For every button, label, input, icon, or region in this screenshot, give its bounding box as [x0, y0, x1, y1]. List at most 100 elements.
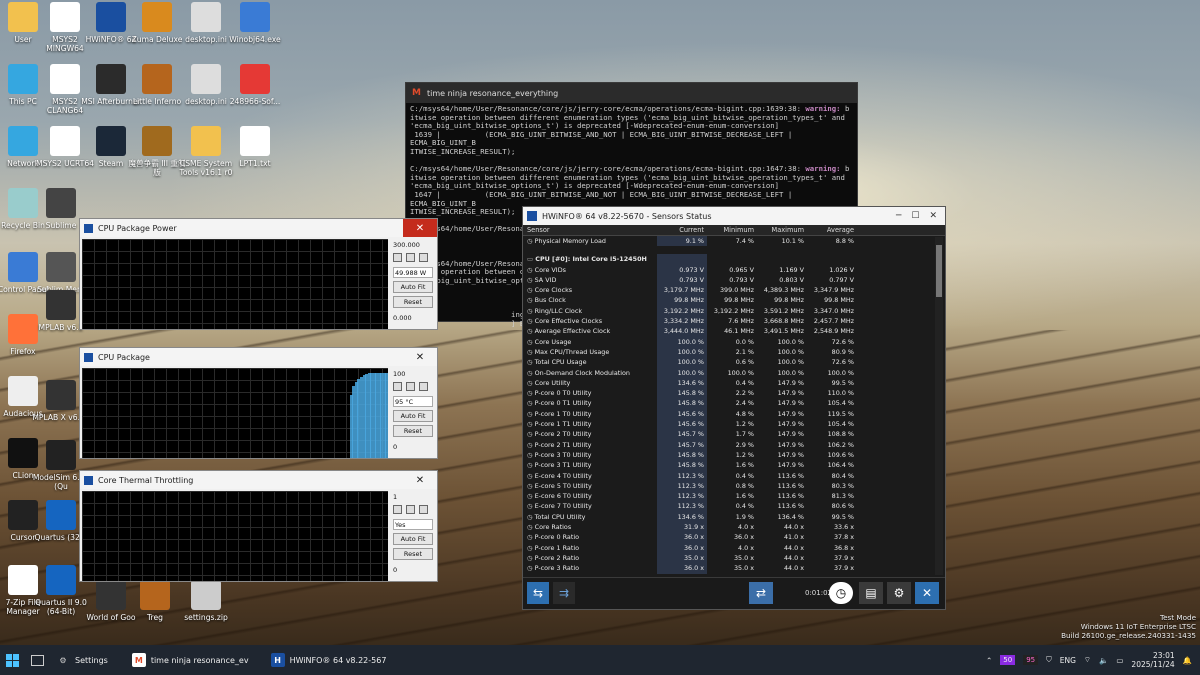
maximize-icon[interactable]: ☐	[911, 211, 919, 221]
task-view-button[interactable]	[25, 645, 50, 675]
hwinfo-window[interactable]: HWiNFO® 64 v8.22-5670 - Sensors Status ─…	[522, 206, 946, 610]
sensor-row[interactable]: ◷ P-core 0 T1 Utility 145.8 % 2.4 % 147.9 %…	[523, 398, 945, 409]
color-swatch[interactable]	[393, 505, 402, 514]
col-minimum[interactable]: Minimum	[707, 225, 757, 235]
language-indicator[interactable]: ENG	[1060, 656, 1076, 665]
settings-gear-icon[interactable]: ⚙	[887, 582, 911, 604]
clock[interactable]: 23:01 2025/11/24	[1131, 651, 1174, 669]
sensor-row[interactable]: ◷ P-core 1 T0 Utility 145.6 % 4.8 % 147.9 %…	[523, 408, 945, 420]
close-sensors-button[interactable]: ✕	[915, 582, 939, 604]
taskbar-item-hwinfo[interactable]: H HWiNFO® 64 v8.22-567	[265, 645, 393, 675]
minimize-icon[interactable]: ─	[896, 211, 901, 221]
graph-titlebar[interactable]: CPU Package Power ✕	[80, 219, 437, 237]
col-sensor[interactable]: Sensor	[523, 225, 657, 235]
sensor-row[interactable]	[523, 246, 945, 254]
sensor-row[interactable]: ◷ P-core 1 T1 Utility 145.6 % 1.2 % 147.9 %…	[523, 419, 945, 430]
sensor-row[interactable]: ◷ Physical Memory Load 9.1 % 7.4 % 10.1 % 8.…	[523, 236, 945, 247]
close-icon[interactable]: ✕	[403, 348, 437, 366]
graph-plot[interactable]	[82, 491, 388, 581]
chevron-up-icon[interactable]: ⌃	[986, 656, 992, 665]
hwinfo-titlebar[interactable]: HWiNFO® 64 v8.22-5670 - Sensors Status ─…	[523, 207, 945, 225]
sensor-row[interactable]: ◷ SA VID 0.793 V 0.793 V 0.803 V 0.797 V	[523, 274, 945, 286]
color-swatch[interactable]	[419, 505, 428, 514]
sensor-row[interactable]: ◷ P-core 2 T1 Utility 145.7 % 2.9 % 147.9 %…	[523, 439, 945, 450]
tray-badge-temp[interactable]: 95	[1023, 655, 1039, 665]
taskbar-item-terminal[interactable]: Mtime ninja resonance_ev	[126, 645, 255, 675]
sensor-row[interactable]: ▭ CPU [#0]: Intel Core i5-12450H	[523, 254, 945, 265]
graph-window-cpu-package[interactable]: CPU Package ✕ 100 95 °C Auto Fit Reset 0	[79, 347, 438, 459]
sensor-row[interactable]: ◷ E-core 7 T0 Utility 112.3 % 0.4 % 113.6 %…	[523, 501, 945, 512]
notification-bell-icon[interactable]: 🔔	[1183, 656, 1192, 665]
sensor-row[interactable]: ◷ P-core 0 Ratio 36.0 x 36.0 x 41.0 x 37.8 x	[523, 532, 945, 543]
sensor-row[interactable]: ◷ P-core 3 T0 Utility 145.8 % 1.2 % 147.9 %…	[523, 449, 945, 461]
desktop-icon[interactable]: 248966-Sof...	[224, 64, 286, 106]
collapse-left-button[interactable]: ⇆	[527, 582, 549, 604]
sensor-row[interactable]: ◷ Ring/LLC Clock 3,192.2 MHz 3,192.2 MHz 3,…	[523, 305, 945, 317]
color-swatch[interactable]	[393, 253, 402, 262]
reset-button[interactable]: Reset	[393, 425, 433, 437]
network-sensors-button[interactable]: ⇄	[749, 582, 773, 604]
sensor-row[interactable]: ◷ Total CPU Utility 134.6 % 1.9 % 136.4 % 99…	[523, 511, 945, 523]
graph-plot[interactable]	[82, 368, 389, 458]
graph-window-cpu-package-power[interactable]: CPU Package Power ✕ 300.000 49.988 W Auto Fi…	[79, 218, 438, 330]
col-maximum[interactable]: Maximum	[757, 225, 807, 235]
start-button[interactable]	[0, 645, 25, 675]
desktop-icon[interactable]: Winobj64.exe	[224, 2, 286, 44]
clock-icon[interactable]: ◷	[829, 582, 853, 604]
reset-button[interactable]: Reset	[393, 296, 433, 308]
expand-right-button[interactable]: ⇉	[553, 582, 575, 604]
sensor-row[interactable]: ◷ E-core 6 T0 Utility 112.3 % 1.6 % 113.6 %…	[523, 491, 945, 502]
sensor-row[interactable]: ◷ Core Usage 100.0 % 0.0 % 100.0 % 72.6 %	[523, 336, 945, 347]
battery-icon[interactable]: ▭	[1116, 656, 1123, 665]
color-swatch[interactable]	[419, 253, 428, 262]
color-swatch[interactable]	[406, 505, 415, 514]
sensor-row[interactable]: ◷ Core Ratios 31.9 x 4.0 x 44.0 x 33.6 x	[523, 522, 945, 533]
shield-icon[interactable]: ⛉	[1046, 655, 1052, 665]
tray-badge-power[interactable]: 50	[1000, 655, 1016, 665]
color-swatch[interactable]	[393, 382, 402, 391]
graph-window-core-thermal-throttling[interactable]: Core Thermal Throttling ✕ 1 Yes Auto Fit Rese…	[79, 470, 438, 582]
sensor-row[interactable]: ◷ Average Effective Clock 3,444.0 MHz 46.1…	[523, 326, 945, 337]
color-swatch[interactable]	[406, 382, 415, 391]
sensor-row[interactable]: ◷ P-core 0 T0 Utility 145.8 % 2.2 % 147.9 %…	[523, 388, 945, 399]
sensor-row[interactable]: ◷ P-core 3 Ratio 36.0 x 35.0 x 44.0 x 37.9 x	[523, 563, 945, 574]
graph-titlebar[interactable]: CPU Package ✕	[80, 348, 437, 366]
close-icon[interactable]: ✕	[403, 219, 437, 237]
sensor-name: ◷ P-core 2 T1 Utility	[527, 440, 592, 449]
sensor-row[interactable]: ◷ On-Demand Clock Modulation 100.0 % 100.0…	[523, 367, 945, 378]
sensor-row[interactable]: ◷ Core Effective Clocks 3,334.2 MHz 7.6 MH…	[523, 316, 945, 327]
scrollbar[interactable]	[935, 237, 943, 575]
desktop-icon[interactable]: LPT1.txt	[224, 126, 286, 168]
sensor-row[interactable]: ◷ E-core 5 T0 Utility 112.3 % 0.8 % 113.6 %…	[523, 480, 945, 492]
color-swatch[interactable]	[406, 253, 415, 262]
terminal-titlebar[interactable]: M time ninja resonance_everything	[406, 83, 857, 103]
sensor-row[interactable]: ◷ Total CPU Usage 100.0 % 0.6 % 100.0 % 72.6…	[523, 357, 945, 368]
reset-button[interactable]: Reset	[393, 548, 433, 560]
col-current[interactable]: Current	[657, 225, 707, 235]
sensor-icon: ◷	[527, 389, 535, 398]
sensor-row[interactable]: ◷ Max CPU/Thread Usage 100.0 % 2.1 % 100.0 …	[523, 346, 945, 358]
sensor-row[interactable]: ◷ Core Clocks 3,179.7 MHz 399.0 MHz 4,389.3…	[523, 285, 945, 296]
sensor-row[interactable]: ◷ Core VIDs 0.973 V 0.965 V 1.169 V 1.026 V	[523, 264, 945, 275]
auto-fit-button[interactable]: Auto Fit	[393, 533, 433, 545]
close-icon[interactable]: ✕	[403, 471, 437, 489]
auto-fit-button[interactable]: Auto Fit	[393, 410, 433, 422]
sensor-row[interactable]: ◷ Core Utility 134.6 % 0.4 % 147.9 % 99.5 %	[523, 377, 945, 389]
wifi-icon[interactable]: ⌔	[1084, 655, 1091, 665]
graph-plot[interactable]	[82, 239, 388, 329]
volume-icon[interactable]: 🔈	[1099, 656, 1108, 665]
sensor-row[interactable]: ◷ Bus Clock 99.8 MHz 99.8 MHz 99.8 MHz 99.8 …	[523, 295, 945, 306]
auto-fit-button[interactable]: Auto Fit	[393, 281, 433, 293]
report-icon[interactable]: ▤	[859, 582, 883, 604]
graph-titlebar[interactable]: Core Thermal Throttling ✕	[80, 471, 437, 489]
sensor-row[interactable]: ◷ P-core 2 T0 Utility 145.7 % 1.7 % 147.9 %…	[523, 429, 945, 440]
close-icon[interactable]: ✕	[929, 211, 937, 221]
color-swatch[interactable]	[419, 382, 428, 391]
taskbar-item-settings[interactable]: ⚙ Settings	[50, 645, 114, 675]
sensor-row[interactable]: ◷ P-core 2 Ratio 35.0 x 35.0 x 44.0 x 37.9 x	[523, 552, 945, 564]
sensor-row[interactable]: ◷ P-core 1 Ratio 36.0 x 4.0 x 44.0 x 36.8 x	[523, 542, 945, 553]
desktop-icon[interactable]: settings.zip	[175, 580, 237, 622]
sensor-row[interactable]: ◷ E-core 4 T0 Utility 112.3 % 0.4 % 113.6 %…	[523, 470, 945, 481]
col-average[interactable]: Average	[807, 225, 857, 235]
sensor-row[interactable]: ◷ P-core 3 T1 Utility 145.8 % 1.6 % 147.9 %…	[523, 460, 945, 471]
